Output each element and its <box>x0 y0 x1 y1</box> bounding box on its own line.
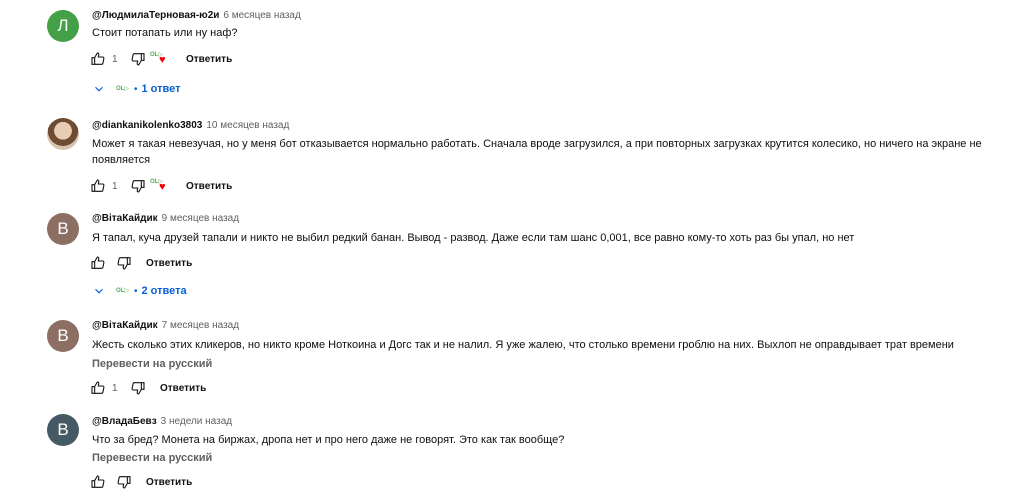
comment-header: @ВітаКайдик 9 месяцев назад <box>92 213 239 224</box>
dislike-icon[interactable] <box>130 178 146 194</box>
comment-time[interactable]: 7 месяцев назад <box>162 320 239 331</box>
like-icon[interactable] <box>90 380 106 396</box>
comment-author[interactable]: @diankanikolenko3803 <box>92 120 202 131</box>
comment-actions: 1 OL▷ ♥ Ответить <box>90 51 232 67</box>
reply-button[interactable]: Ответить <box>146 258 192 269</box>
reply-button[interactable]: Ответить <box>186 54 232 65</box>
comment-author[interactable]: @ЛюдмилаТерновая-ю2и <box>92 10 219 21</box>
comment-text: Я тапал, куча друзей тапали и никто не в… <box>92 232 855 244</box>
like-icon[interactable] <box>90 255 106 271</box>
reply-button[interactable]: Ответить <box>146 477 192 488</box>
reply-button[interactable]: Ответить <box>186 181 232 192</box>
dislike-icon[interactable] <box>130 51 146 67</box>
chevron-down-icon <box>92 284 106 298</box>
comment-author[interactable]: @ВладаБевз <box>92 416 157 427</box>
comment-author[interactable]: @ВітаКайдик <box>92 320 158 331</box>
reply-button[interactable]: Ответить <box>160 383 206 394</box>
avatar[interactable]: В <box>47 320 79 352</box>
like-icon[interactable] <box>90 51 106 67</box>
channel-mini-logo-icon: OL▷ <box>116 287 129 294</box>
translate-link[interactable]: Перевести на русский <box>92 358 212 370</box>
replies-count[interactable]: 1 ответ <box>141 83 180 95</box>
comment-text: Стоит потапать или ну наф? <box>92 27 238 39</box>
comment-actions: Ответить <box>90 474 192 490</box>
chevron-down-icon <box>92 82 106 96</box>
comment-header: @ВітаКайдик 7 месяцев назад <box>92 320 239 331</box>
avatar[interactable]: В <box>47 414 79 446</box>
comment-actions: 1 OL▷ ♥ Ответить <box>90 178 232 194</box>
separator-dot: • <box>133 285 138 297</box>
comment-header: @diankanikolenko3803 10 месяцев назад <box>92 120 289 131</box>
replies-count[interactable]: 2 ответа <box>141 285 186 297</box>
dislike-icon[interactable] <box>130 380 146 396</box>
view-replies-button[interactable]: OL▷ • 2 ответа <box>92 283 187 299</box>
comment-time[interactable]: 6 месяцев назад <box>223 10 300 21</box>
translate-link[interactable]: Перевести на русский <box>92 452 212 464</box>
comment-text: Жесть сколько этих кликеров, но никто кр… <box>92 339 954 351</box>
comment-actions: 1 Ответить <box>90 380 206 396</box>
comment-time[interactable]: 3 недели назад <box>161 416 232 427</box>
avatar[interactable]: Л <box>47 10 79 42</box>
creator-heart: OL▷ ♥ <box>150 51 172 67</box>
comment-text: Может я такая невезучая, но у меня бот о… <box>92 138 982 166</box>
separator-dot: • <box>133 83 138 95</box>
heart-icon: ♥ <box>159 54 166 66</box>
comment-time[interactable]: 10 месяцев назад <box>206 120 289 131</box>
comment-header: @ВладаБевз 3 недели назад <box>92 416 232 427</box>
dislike-icon[interactable] <box>116 474 132 490</box>
avatar[interactable]: В <box>47 213 79 245</box>
comment-time[interactable]: 9 месяцев назад <box>162 213 239 224</box>
like-icon[interactable] <box>90 178 106 194</box>
view-replies-button[interactable]: OL▷ • 1 ответ <box>92 81 180 97</box>
comment-author[interactable]: @ВітаКайдик <box>92 213 158 224</box>
like-count: 1 <box>112 382 118 394</box>
like-icon[interactable] <box>90 474 106 490</box>
comment-text: Что за бред? Монета на биржах, дропа нет… <box>92 434 565 446</box>
comment-actions: Ответить <box>90 255 192 271</box>
channel-mini-logo-icon: OL▷ <box>116 85 129 92</box>
creator-heart: OL▷ ♥ <box>150 178 172 194</box>
comment-header: @ЛюдмилаТерновая-ю2и 6 месяцев назад <box>92 10 301 21</box>
heart-icon: ♥ <box>159 181 166 193</box>
dislike-icon[interactable] <box>116 255 132 271</box>
avatar[interactable] <box>47 118 79 150</box>
like-count: 1 <box>112 180 118 192</box>
like-count: 1 <box>112 53 118 65</box>
